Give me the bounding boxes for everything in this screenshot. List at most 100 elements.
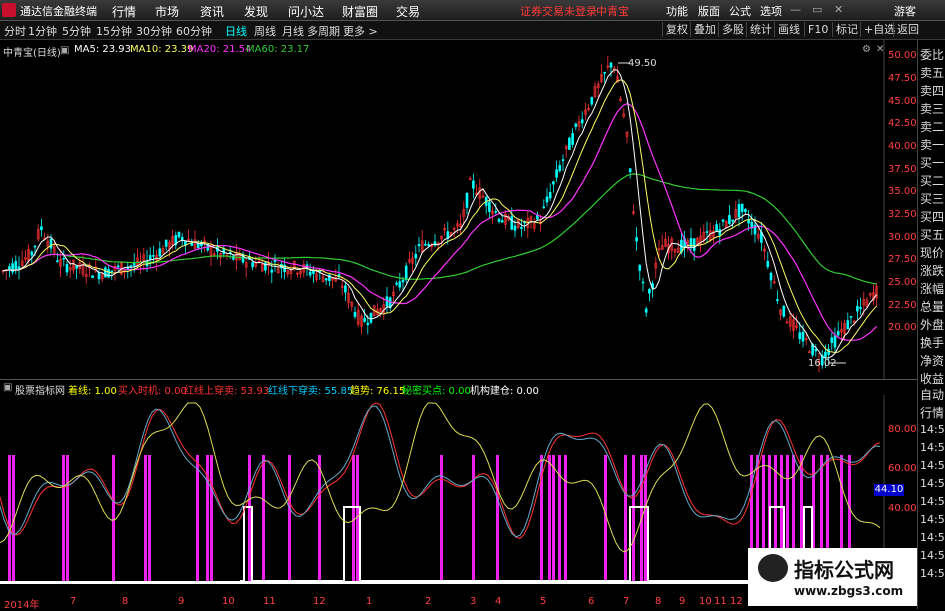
draw-line-button[interactable]: 画线 — [774, 22, 803, 37]
statistics-button[interactable]: 统计 — [746, 22, 775, 37]
candle-body — [769, 272, 773, 281]
site-watermark: 指标公式网 www.zbgs3.com — [748, 548, 917, 606]
candle-body — [574, 123, 578, 127]
menu-formula[interactable]: 公式 — [729, 3, 751, 19]
panel-label: 现价 — [920, 246, 945, 260]
multi-stock-button[interactable]: 多股 — [718, 22, 747, 37]
candle-body — [56, 260, 59, 263]
menu-item-discover[interactable]: 发现 — [244, 3, 268, 20]
period-tab-weekly[interactable]: 周线 — [254, 23, 276, 39]
indicator-menu-icon[interactable]: ▣ — [3, 382, 12, 393]
user-label[interactable]: 游客 — [894, 3, 916, 19]
watermark-title: 指标公式网 — [794, 558, 894, 582]
candle-body — [324, 278, 328, 281]
period-tab-intraday[interactable]: 分时 — [4, 23, 26, 39]
signal-bar — [440, 455, 443, 581]
watermark-url: www.zbgs3.com — [794, 584, 904, 598]
signal-bar — [632, 455, 635, 581]
menu-bar: 通达信金融终端 行情 市场 资讯 发现 问小达 财富圈 交易 证券交易未登录 中… — [0, 0, 945, 21]
candle-body — [721, 219, 725, 222]
panel-label: 行情 — [920, 406, 945, 420]
candle-body — [555, 169, 558, 178]
price-tick: 32.50 — [888, 209, 917, 220]
candle-body — [609, 62, 613, 68]
candle-body — [417, 244, 421, 247]
mark-button[interactable]: 标记 — [832, 22, 861, 37]
x-tick: 8 — [655, 596, 662, 607]
f10-button[interactable]: F10 — [804, 22, 831, 37]
panel-label: 总量 — [920, 300, 945, 314]
menu-item-ask[interactable]: 问小达 — [288, 3, 324, 20]
candle-body — [520, 226, 523, 229]
candle-body — [644, 308, 648, 313]
panel-label: 买一 — [920, 156, 945, 170]
price-tick: 37.50 — [888, 164, 917, 175]
menu-item-market[interactable]: 市场 — [155, 3, 179, 20]
minimize-icon[interactable]: — — [790, 3, 801, 16]
signal-bar — [144, 455, 147, 581]
login-notice[interactable]: 证券交易未登录 — [520, 3, 597, 19]
signal-bar — [352, 455, 355, 581]
period-tab-daily[interactable]: 日线 — [225, 23, 247, 39]
menu-layout[interactable]: 版面 — [698, 3, 720, 19]
candle-body — [164, 239, 168, 247]
menu-function[interactable]: 功能 — [666, 3, 688, 19]
period-tab-60min[interactable]: 60分钟 — [176, 23, 212, 39]
candle-body — [116, 265, 120, 268]
candle-body — [366, 322, 370, 326]
candle-body — [200, 242, 203, 247]
period-tab-30min[interactable]: 30分钟 — [136, 23, 172, 39]
candle-body — [177, 231, 181, 238]
x-tick: 7 — [623, 596, 630, 607]
menu-options[interactable]: 选项 — [760, 3, 782, 19]
signal-bar — [564, 455, 567, 581]
period-tab-multi[interactable]: 多周期 — [307, 23, 340, 39]
candle-body — [590, 96, 594, 105]
candle-body — [638, 264, 642, 271]
candle-body — [776, 299, 779, 302]
price-chart[interactable] — [0, 40, 917, 380]
panel-label: 卖三 — [920, 102, 945, 116]
candle-body — [107, 269, 110, 278]
auto-quote-toggle[interactable]: 自动 — [920, 386, 944, 403]
overlay-button[interactable]: 叠加 — [690, 22, 719, 37]
period-tab-more[interactable]: 更多 > — [343, 23, 378, 39]
period-toolbar: 分时 1分钟 5分钟 15分钟 30分钟 60分钟 日线 周线 月线 多周期 更… — [0, 21, 945, 40]
menu-item-wealth[interactable]: 财富圈 — [342, 3, 378, 20]
signal-bar — [8, 455, 11, 581]
candle-body — [401, 279, 405, 283]
candle-body — [312, 270, 315, 274]
x-tick: 6 — [588, 596, 595, 607]
adjust-button[interactable]: 复权 — [662, 22, 691, 37]
signal-bar — [548, 455, 551, 581]
menu-item-quotes[interactable]: 行情 — [112, 3, 136, 20]
restore-icon[interactable]: ▭ — [812, 3, 822, 16]
candle-body — [510, 216, 514, 230]
x-tick: 5 — [540, 596, 547, 607]
candle-body — [398, 281, 402, 288]
pane-divider[interactable] — [0, 379, 917, 380]
candle-body — [196, 243, 200, 248]
menu-item-news[interactable]: 资讯 — [200, 3, 224, 20]
tick-time: 14:56 — [920, 441, 945, 454]
panel-label: 买三 — [920, 192, 945, 206]
tick-time: 14:56 — [920, 549, 945, 562]
candle-body — [836, 331, 840, 336]
signal-bar — [62, 455, 65, 581]
candle-body — [158, 248, 162, 257]
period-tab-15min[interactable]: 15分钟 — [96, 23, 132, 39]
back-button[interactable]: 返回 — [893, 22, 922, 37]
app-logo-icon — [2, 3, 16, 17]
period-tab-monthly[interactable]: 月线 — [282, 23, 304, 39]
period-tab-1min[interactable]: 1分钟 — [28, 23, 57, 39]
menu-item-trade[interactable]: 交易 — [396, 3, 420, 20]
period-tab-5min[interactable]: 5分钟 — [62, 23, 91, 39]
signal-bar — [472, 455, 475, 581]
candle-body — [472, 180, 475, 189]
candle-body — [766, 260, 770, 267]
candle-body — [110, 270, 114, 273]
candle-body — [830, 337, 834, 344]
close-icon[interactable]: ✕ — [834, 3, 843, 16]
x-tick: 4 — [495, 596, 502, 607]
candle-body — [273, 260, 277, 263]
